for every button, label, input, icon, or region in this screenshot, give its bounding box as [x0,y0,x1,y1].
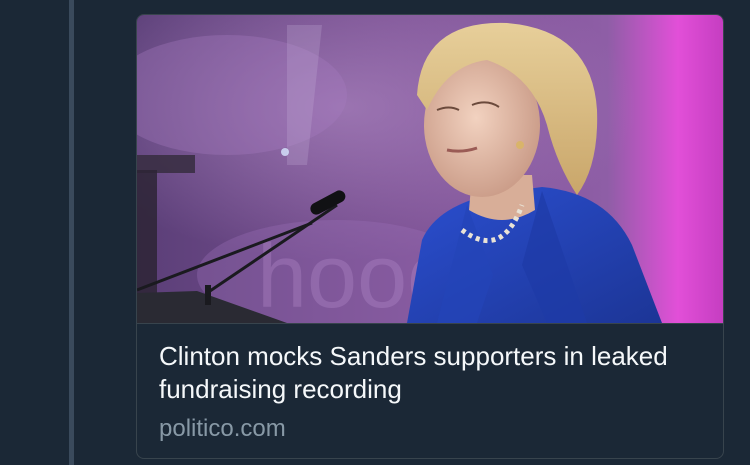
card-photo[interactable]: hood [137,15,723,324]
card-text-area[interactable]: Clinton mocks Sanders supporters in leak… [137,324,723,444]
link-preview-card[interactable]: hood Clinton mocks Sanders supporters in… [136,14,724,459]
card-title[interactable]: Clinton mocks Sanders supporters in leak… [159,340,701,406]
card-domain: politico.com [159,415,286,442]
thread-connector-line [69,0,74,465]
speaker-photo-illustration: hood [137,15,723,323]
tweet-view: hood Clinton mocks Sanders supporters in… [0,0,750,465]
